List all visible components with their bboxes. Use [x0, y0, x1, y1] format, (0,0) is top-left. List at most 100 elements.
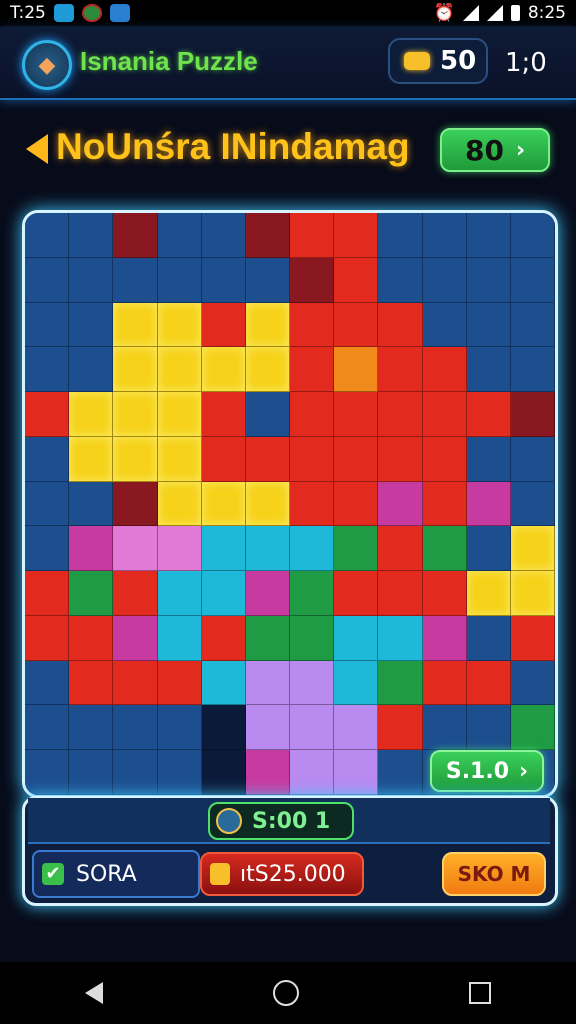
puzzle-piece[interactable] [157, 750, 202, 795]
puzzle-piece[interactable] [113, 750, 158, 795]
puzzle-piece[interactable] [245, 615, 290, 661]
puzzle-piece[interactable] [334, 571, 379, 616]
puzzle-piece[interactable] [25, 660, 70, 706]
puzzle-piece[interactable] [113, 481, 158, 527]
puzzle-piece[interactable] [69, 750, 114, 795]
puzzle-piece[interactable] [157, 526, 202, 572]
puzzle-piece[interactable] [466, 526, 511, 572]
puzzle-piece[interactable] [25, 571, 70, 616]
puzzle-piece[interactable] [422, 302, 467, 348]
puzzle-piece[interactable] [113, 302, 158, 348]
puzzle-piece[interactable] [113, 213, 158, 258]
puzzle-piece[interactable] [466, 571, 511, 616]
puzzle-piece[interactable] [510, 615, 555, 661]
puzzle-piece[interactable] [466, 392, 511, 437]
puzzle-piece[interactable] [378, 750, 423, 795]
puzzle-piece[interactable] [378, 571, 423, 616]
puzzle-piece[interactable] [466, 302, 511, 348]
puzzle-piece[interactable] [466, 436, 511, 482]
puzzle-piece[interactable] [422, 705, 467, 751]
puzzle-piece[interactable] [334, 213, 379, 258]
puzzle-piece[interactable] [69, 436, 114, 482]
puzzle-piece[interactable] [510, 526, 555, 572]
puzzle-piece[interactable] [245, 392, 290, 437]
puzzle-piece[interactable] [113, 660, 158, 706]
puzzle-piece[interactable] [378, 615, 423, 661]
puzzle-piece[interactable] [69, 526, 114, 572]
puzzle-piece[interactable] [157, 481, 202, 527]
puzzle-piece[interactable] [466, 213, 511, 258]
puzzle-piece[interactable] [69, 392, 114, 437]
puzzle-piece[interactable] [290, 660, 335, 706]
puzzle-piece[interactable] [378, 347, 423, 393]
puzzle-piece[interactable] [378, 213, 423, 258]
puzzle-piece[interactable] [245, 571, 290, 616]
puzzle-piece[interactable] [157, 347, 202, 393]
puzzle-piece[interactable] [69, 302, 114, 348]
puzzle-piece[interactable] [113, 615, 158, 661]
puzzle-piece[interactable] [422, 660, 467, 706]
puzzle-piece[interactable] [245, 213, 290, 258]
puzzle-piece[interactable] [510, 213, 555, 258]
puzzle-piece[interactable] [290, 750, 335, 795]
money-button[interactable]: ıtS25.000 [200, 852, 364, 896]
puzzle-piece[interactable] [334, 481, 379, 527]
puzzle-piece[interactable] [25, 526, 70, 572]
puzzle-piece[interactable] [201, 302, 246, 348]
puzzle-piece[interactable] [113, 526, 158, 572]
puzzle-piece[interactable] [466, 347, 511, 393]
puzzle-piece[interactable] [245, 347, 290, 393]
puzzle-piece[interactable] [201, 571, 246, 616]
puzzle-piece[interactable] [25, 392, 70, 437]
puzzle-piece[interactable] [510, 571, 555, 616]
puzzle-piece[interactable] [510, 392, 555, 437]
puzzle-piece[interactable] [69, 481, 114, 527]
puzzle-piece[interactable] [201, 257, 246, 303]
puzzle-piece[interactable] [113, 571, 158, 616]
puzzle-piece[interactable] [25, 213, 70, 258]
puzzle-piece[interactable] [334, 705, 379, 751]
coin-counter[interactable]: 50 [388, 38, 488, 84]
puzzle-piece[interactable] [290, 347, 335, 393]
puzzle-piece[interactable] [466, 615, 511, 661]
puzzle-piece[interactable] [157, 392, 202, 437]
puzzle-piece[interactable] [334, 615, 379, 661]
puzzle-piece[interactable] [245, 660, 290, 706]
puzzle-piece[interactable] [157, 302, 202, 348]
puzzle-piece[interactable] [290, 257, 335, 303]
puzzle-piece[interactable] [157, 571, 202, 616]
puzzle-piece[interactable] [378, 392, 423, 437]
puzzle-piece[interactable] [290, 481, 335, 527]
puzzle-piece[interactable] [245, 257, 290, 303]
board-action-button[interactable]: S.1.0 › [430, 750, 544, 792]
puzzle-piece[interactable] [201, 660, 246, 706]
puzzle-piece[interactable] [25, 615, 70, 661]
puzzle-piece[interactable] [378, 436, 423, 482]
puzzle-piece[interactable] [69, 660, 114, 706]
puzzle-piece[interactable] [378, 660, 423, 706]
puzzle-piece[interactable] [25, 481, 70, 527]
puzzle-piece[interactable] [201, 347, 246, 393]
back-arrow-icon[interactable] [26, 134, 48, 164]
puzzle-piece[interactable] [201, 750, 246, 795]
puzzle-piece[interactable] [201, 481, 246, 527]
puzzle-piece[interactable] [422, 392, 467, 437]
puzzle-piece[interactable] [334, 347, 379, 393]
puzzle-piece[interactable] [290, 705, 335, 751]
puzzle-piece[interactable] [510, 481, 555, 527]
puzzle-piece[interactable] [422, 257, 467, 303]
puzzle-piece[interactable] [113, 392, 158, 437]
nav-back-icon[interactable] [85, 982, 103, 1004]
puzzle-piece[interactable] [25, 347, 70, 393]
puzzle-piece[interactable] [113, 347, 158, 393]
puzzle-piece[interactable] [113, 257, 158, 303]
puzzle-piece[interactable] [201, 615, 246, 661]
score-button[interactable]: 80 › [440, 128, 550, 172]
puzzle-piece[interactable] [69, 571, 114, 616]
puzzle-piece[interactable] [510, 347, 555, 393]
puzzle-piece[interactable] [25, 257, 70, 303]
sora-toggle[interactable]: ✔ SORA [32, 850, 200, 898]
puzzle-piece[interactable] [245, 481, 290, 527]
puzzle-piece[interactable] [334, 392, 379, 437]
puzzle-piece[interactable] [290, 571, 335, 616]
